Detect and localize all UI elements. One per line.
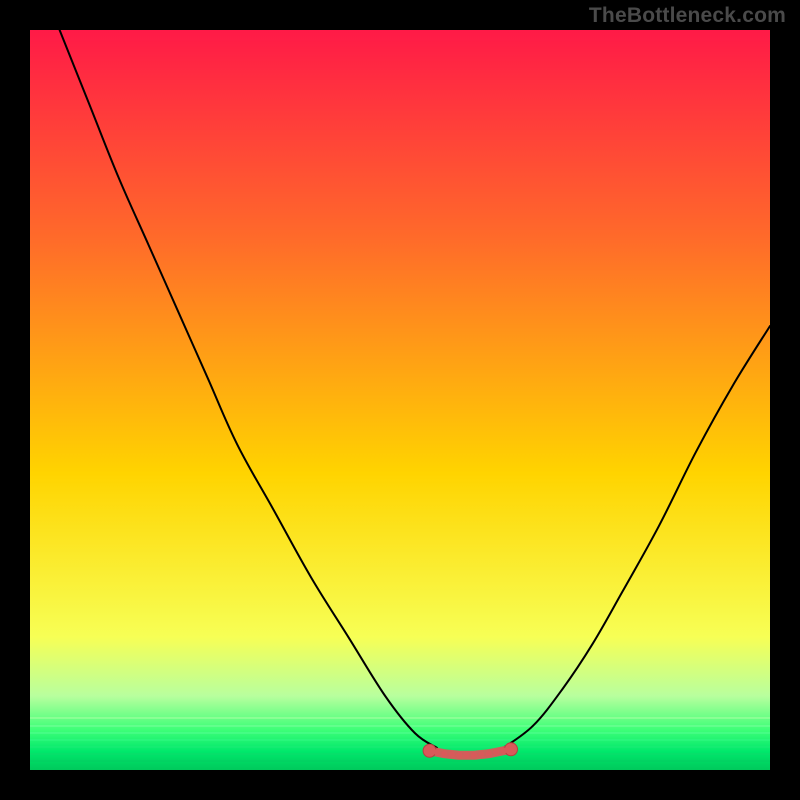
floor-dot xyxy=(441,751,447,757)
floor-dot xyxy=(471,752,477,758)
floor-dot xyxy=(486,751,492,757)
watermark-text: TheBottleneck.com xyxy=(589,4,786,28)
floor-end-marker xyxy=(505,743,518,756)
chart-frame: TheBottleneck.com xyxy=(0,0,800,800)
floor-dot xyxy=(449,751,455,757)
floor-dot xyxy=(463,752,469,758)
gradient-background xyxy=(30,30,770,770)
chart-svg xyxy=(30,30,770,770)
floor-dot xyxy=(493,749,499,755)
floor-end-marker xyxy=(423,744,436,757)
chart-inner xyxy=(30,30,770,770)
floor-dot xyxy=(456,752,462,758)
floor-dot xyxy=(500,748,506,754)
floor-dot xyxy=(478,751,484,757)
floor-dot xyxy=(434,749,440,755)
